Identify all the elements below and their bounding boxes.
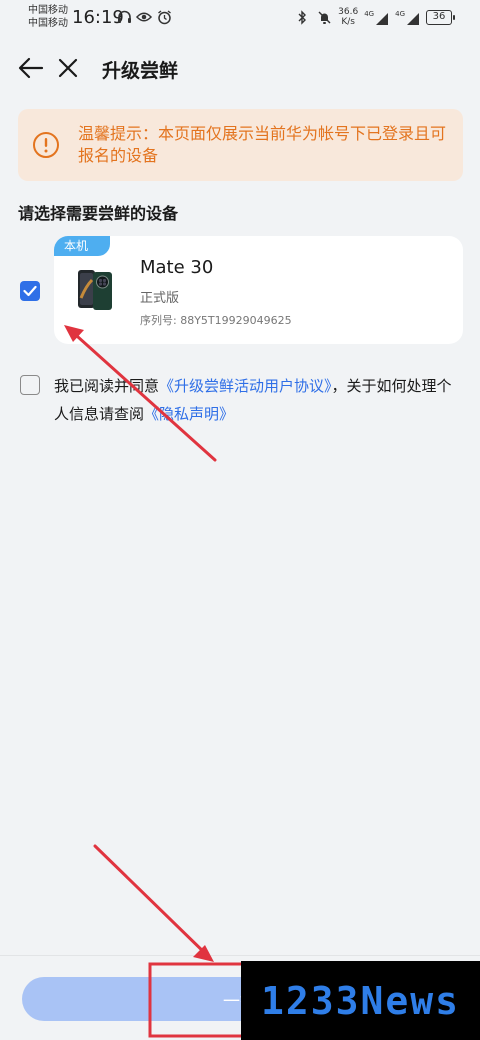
annotation-arrow-button [93,844,214,962]
arrow-left-icon [18,57,44,79]
device-checkbox[interactable] [20,281,40,301]
net-speed-unit: K/s [341,17,355,27]
signal-1-label: 4G [364,10,375,18]
privacy-statement-link[interactable]: 《隐私声明》 [144,405,234,423]
back-button[interactable] [16,54,46,82]
alarm-icon [156,9,172,25]
watermark: 1233News [241,961,480,1040]
mute-bell-icon [316,9,332,25]
net-speed: 36.6 K/s [338,7,358,27]
signal-2: 4G [395,8,420,26]
agreement-checkbox[interactable] [20,375,40,395]
tip-banner: 温馨提示：本页面仅展示当前华为帐号下已登录且可报名的设备 [18,109,463,181]
device-serial: 序列号: 88Y5T19929049625 [140,312,292,328]
page-title: 升级尝鲜 [102,60,179,82]
net-speed-value: 36.6 [338,7,359,17]
device-name: Mate 30 [140,257,214,278]
battery-indicator: 36 [426,9,455,25]
phone-image [78,270,112,310]
agreement-text: 我已阅读并同意《升级尝鲜活动用户协议》，关于如何处理个人信息请查阅《隐私声明》 [54,372,464,428]
device-edition: 正式版 [140,291,180,306]
app-header: 升级尝鲜 [0,46,480,90]
checkmark-icon [23,285,37,297]
section-title: 请选择需要尝鲜的设备 [18,204,179,223]
bluetooth-icon [294,9,310,25]
bottom-divider [0,955,480,956]
signal-1: 4G [364,8,389,26]
info-icon [33,132,59,158]
carrier-2: 中国移动 [28,18,68,29]
close-icon [58,58,78,78]
eye-icon [136,9,152,25]
serial-number: 88Y5T19929049625 [180,314,292,327]
tip-text: 温馨提示：本页面仅展示当前华为帐号下已登录且可报名的设备 [78,124,447,165]
user-agreement-link[interactable]: 《升级尝鲜活动用户协议》 [159,377,332,395]
signal-2-label: 4G [395,10,405,18]
status-bar: 中国移动 中国移动 16:19 36.6 K/s 4G 4G 36 [0,0,480,36]
device-card[interactable]: 本机 Mate 30 正式版 序列号: 88Y5T19929049625 [54,236,463,344]
status-icons-right: 36.6 K/s 4G 4G 36 [294,7,455,27]
carrier-1: 中国移动 [28,5,68,16]
local-device-badge: 本机 [54,236,110,256]
headphones-icon [116,9,132,25]
agreement-prefix: 我已阅读并同意 [54,377,160,395]
watermark-text: 1233News [260,978,461,1023]
serial-label: 序列号: [140,314,177,327]
signal-bars-icon [376,13,389,25]
signal-bars-icon [407,13,419,25]
close-button[interactable] [54,54,82,82]
status-icons-left [116,9,172,25]
